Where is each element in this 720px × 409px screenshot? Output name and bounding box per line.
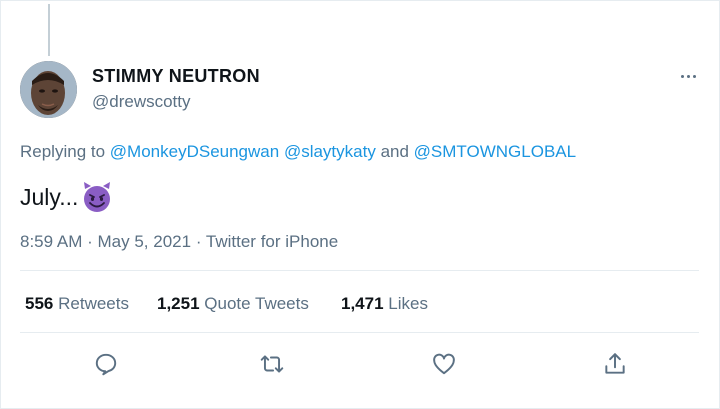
meta-separator: · [87,232,93,251]
divider [20,332,699,333]
retweets-label: Retweets [58,294,129,313]
quote-tweets-count: 1,251 [157,294,200,313]
tweet-source[interactable]: Twitter for iPhone [206,232,338,251]
retweets-stat[interactable]: 556 Retweets [25,294,129,314]
likes-stat[interactable]: 1,471 Likes [341,294,428,314]
tweet-time[interactable]: 8:59 AM [20,232,82,251]
likes-label: Likes [388,294,428,313]
replying-conjunction: and [380,142,409,161]
retweet-icon[interactable] [258,350,286,378]
like-icon[interactable] [430,350,458,378]
share-icon[interactable] [601,350,629,378]
mention-link-smtownglobal[interactable]: @SMTOWNGLOBAL [414,142,576,161]
author-handle[interactable]: @drewscotty [92,92,191,112]
avatar[interactable] [20,61,77,118]
quote-tweets-label: Quote Tweets [204,294,309,313]
tweet-text: July... [20,180,114,214]
replying-to-line: Replying to @MonkeyDSeungwan @slaytykaty… [20,142,576,162]
mention-link-slaytykaty[interactable]: @slaytykaty [284,142,376,161]
more-options-icon[interactable] [677,66,699,86]
meta-separator: · [195,232,202,251]
quote-tweets-stat[interactable]: 1,251 Quote Tweets [157,294,309,314]
retweets-count: 556 [25,294,54,313]
tweet-body: July... [20,183,79,210]
smiling-imp-emoji-icon [80,180,114,214]
tweet-date[interactable]: May 5, 2021 [98,232,192,251]
mention-link-monkeydseungwan[interactable]: @MonkeyDSeungwan [110,142,279,161]
thread-connector-line [48,4,50,56]
likes-count: 1,471 [341,294,384,313]
replying-prefix: Replying to [20,142,106,161]
tweet-metadata: 8:59 AM · May 5, 2021 · Twitter for iPho… [20,232,338,252]
divider [20,270,699,271]
author-display-name[interactable]: STIMMY NEUTRON [92,66,260,87]
reply-icon[interactable] [92,350,120,378]
